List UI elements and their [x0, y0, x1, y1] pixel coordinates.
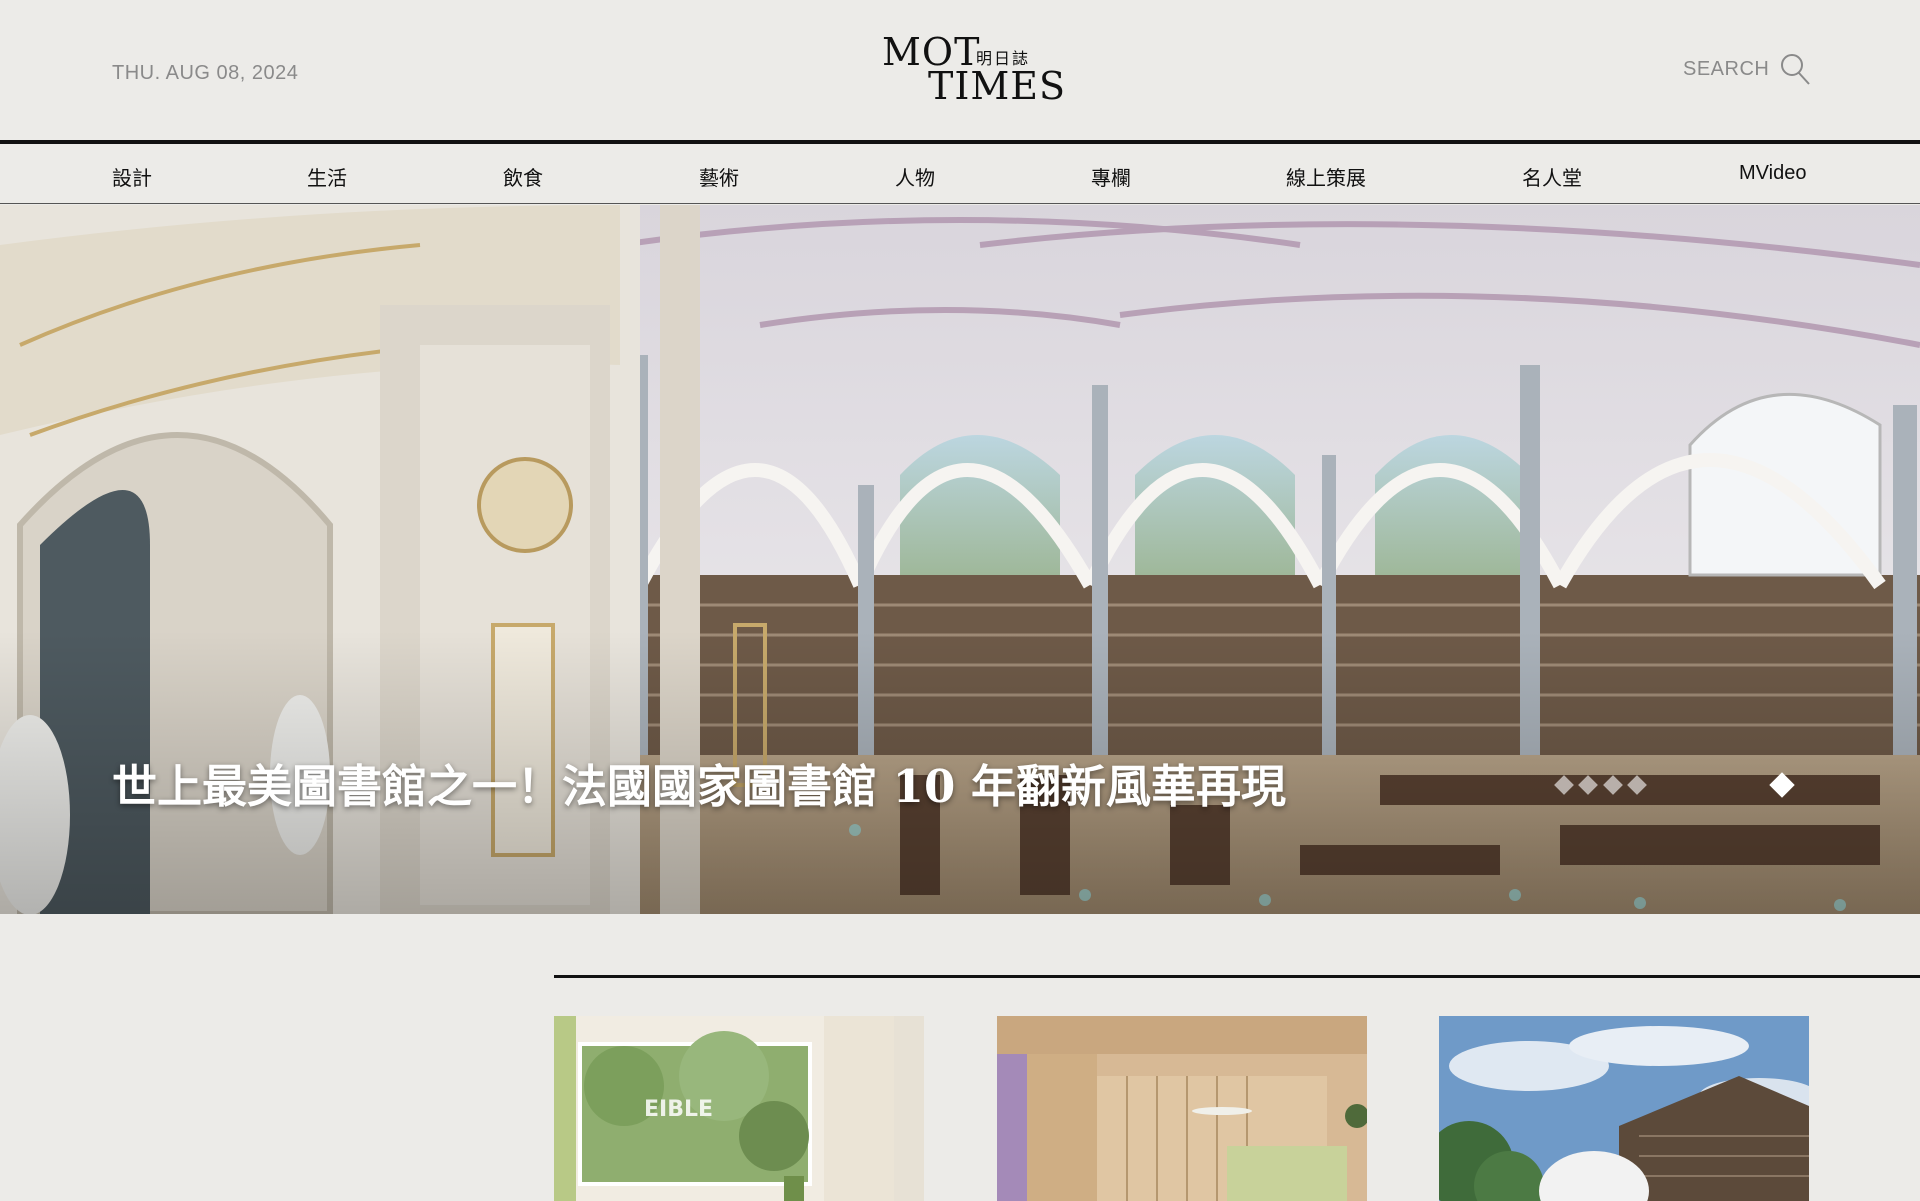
search-button[interactable]: SEARCH [1683, 52, 1811, 86]
search-label: SEARCH [1683, 57, 1770, 80]
nav-item-hall-of-fame[interactable]: 名人堂 [1522, 162, 1582, 191]
nav-item-people[interactable]: 人物 [895, 162, 935, 191]
wood-office-image [997, 1016, 1367, 1201]
hero-headline[interactable]: 世上最美圖書館之一！法國國家圖書館 10 年翻新風華再現 [112, 750, 1286, 815]
nav-item-column[interactable]: 專欄 [1091, 162, 1131, 191]
nav-item-life[interactable]: 生活 [307, 162, 347, 191]
cafe-interior-image: EIBLE [554, 1016, 924, 1201]
building-exterior-image [1439, 1016, 1809, 1201]
article-card-2[interactable] [997, 1016, 1367, 1201]
site-logo[interactable]: MOT 明日誌 TIMES [880, 30, 1065, 108]
nav-item-online-exhibition[interactable]: 線上策展 [1286, 162, 1366, 191]
search-icon [1779, 52, 1811, 86]
nav-item-mvideo[interactable]: MVideo [1739, 162, 1806, 185]
article-card-1[interactable]: EIBLE [554, 1016, 924, 1201]
nav-item-design[interactable]: 設計 [112, 162, 152, 191]
logo-times: TIMES [928, 64, 1067, 108]
svg-text:EIBLE: EIBLE [644, 1097, 713, 1122]
site-header: THU. AUG 08, 2024 MOT 明日誌 TIMES SEARCH [0, 0, 1920, 140]
nav-item-art[interactable]: 藝術 [699, 162, 739, 191]
section-divider [554, 975, 1920, 978]
article-card-3[interactable] [1439, 1016, 1809, 1201]
current-date: THU. AUG 08, 2024 [112, 62, 299, 84]
nav-item-food[interactable]: 飲食 [503, 162, 543, 191]
hero-carousel[interactable]: 世上最美圖書館之一！法國國家圖書館 10 年翻新風華再現 [0, 205, 1920, 914]
main-nav: 設計 生活 飲食 藝術 人物 專欄 線上策展 名人堂 MVideo [0, 140, 1920, 204]
